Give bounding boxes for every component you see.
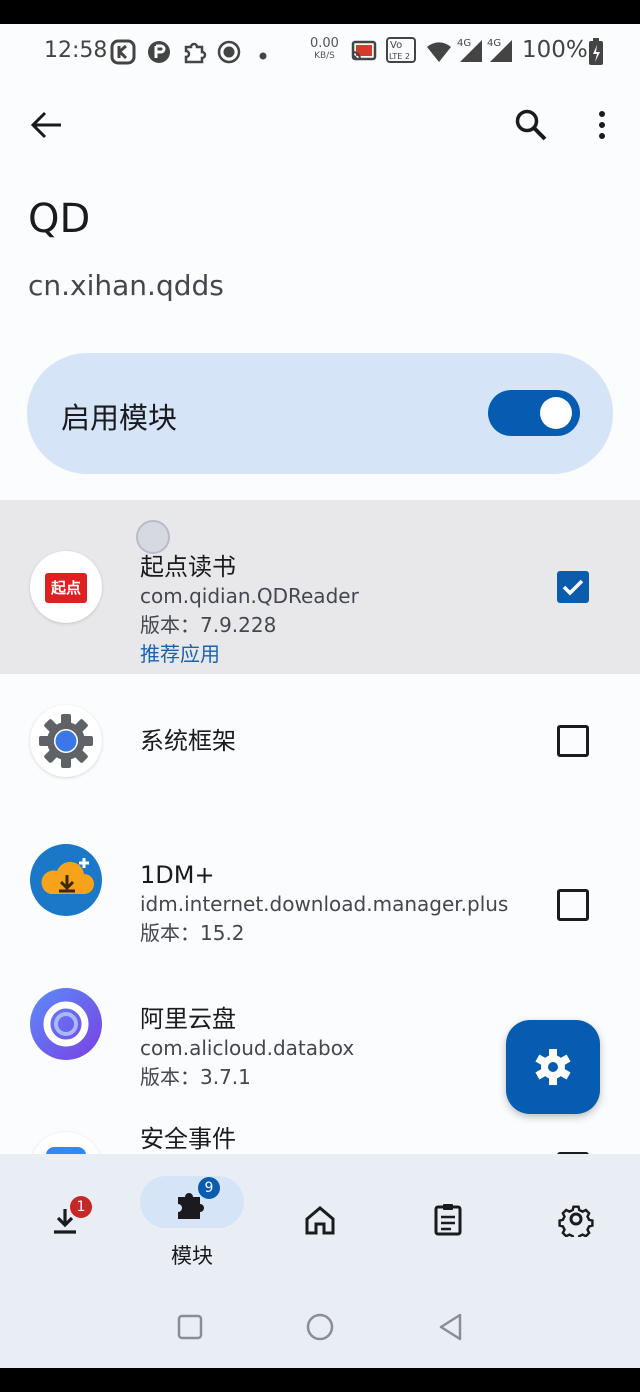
- app-name: 系统框架: [140, 727, 236, 755]
- nav-item-modules[interactable]: [140, 1176, 244, 1228]
- list-item[interactable]: 起点 起点读书 com.qidian.QDReader 版本：7.9.228 推…: [0, 500, 640, 674]
- checkbox-qidian[interactable]: [557, 571, 589, 603]
- enable-module-switch[interactable]: [488, 390, 580, 436]
- app-version: 版本：15.2: [140, 921, 245, 945]
- check-icon: [562, 579, 584, 596]
- list-item[interactable]: 系统框架: [0, 674, 640, 810]
- page-title: QD: [28, 196, 91, 242]
- alicloud-app-icon: [30, 988, 102, 1060]
- qidian-logo: 起点: [45, 573, 87, 603]
- nav-label-modules: 模块: [171, 1244, 213, 1268]
- downloads-badge: 1: [70, 1196, 92, 1218]
- touch-ripple: [136, 520, 170, 554]
- app-package: com.alicloud.databox: [140, 1036, 355, 1060]
- settings-fab[interactable]: [506, 1020, 600, 1114]
- home-nav-button[interactable]: [305, 1312, 335, 1342]
- gear-icon: [39, 714, 93, 768]
- search-button[interactable]: [514, 108, 550, 146]
- arrow-back-icon: [30, 111, 61, 139]
- app-package: idm.internet.download.manager.plus: [140, 892, 509, 916]
- qidian-app-icon: 起点: [30, 551, 102, 623]
- app-k-icon: [110, 39, 136, 69]
- record-icon: [216, 39, 242, 69]
- app-name: 阿里云盘: [140, 1005, 236, 1033]
- more-options-button[interactable]: [592, 110, 612, 144]
- list-item-text: 1DM+ idm.internet.download.manager.plus …: [140, 860, 508, 948]
- status-time: 12:58: [44, 38, 108, 63]
- status-bar: 12:58 0.00 KB/S Vo LTE 2 4G 4G 100%: [0, 24, 640, 78]
- app-version: 版本：3.7.1: [140, 1065, 251, 1089]
- settings-icon: [558, 1205, 594, 1237]
- alicloud-logo-icon: [43, 1001, 89, 1047]
- battery-percent: 100%: [522, 37, 588, 63]
- screen: 12:58 0.00 KB/S Vo LTE 2 4G 4G 100% QD c…: [0, 0, 640, 1392]
- svg-text:LTE 2: LTE 2: [389, 52, 410, 61]
- recents-button[interactable]: [176, 1313, 204, 1341]
- package-name: cn.xihan.qdds: [28, 269, 224, 302]
- list-item-text: 起点读书 com.qidian.QDReader 版本：7.9.228 推荐应用: [140, 552, 359, 669]
- settings-icon: [535, 1049, 571, 1085]
- list-item-text: 安全事件: [140, 1124, 236, 1154]
- home-icon: [305, 1206, 335, 1235]
- svg-text:4G: 4G: [487, 38, 501, 49]
- cast-icon: [350, 39, 378, 67]
- app-p-icon: [146, 39, 172, 69]
- notification-dot-icon: [258, 46, 268, 65]
- switch-knob: [540, 397, 572, 429]
- network-rate: 0.00 KB/S: [310, 36, 339, 61]
- app-name: 1DM+: [140, 861, 215, 889]
- nav-item-downloads[interactable]: 1: [38, 1154, 94, 1254]
- app-window: 12:58 0.00 KB/S Vo LTE 2 4G 4G 100% QD c…: [0, 24, 640, 1368]
- nav-item-home[interactable]: [300, 1154, 340, 1254]
- clipboard-icon: [434, 1204, 462, 1236]
- back-nav-button[interactable]: [436, 1312, 466, 1342]
- list-item[interactable]: 1DM+ idm.internet.download.manager.plus …: [0, 810, 640, 956]
- 1dm-app-icon: [30, 844, 102, 916]
- modules-badge: 9: [198, 1177, 220, 1199]
- puzzle-status-icon: [181, 39, 207, 69]
- search-icon: [515, 109, 547, 141]
- more-vert-icon: [599, 111, 605, 139]
- signal-2-icon: 4G: [486, 36, 514, 68]
- app-package: com.qidian.QDReader: [140, 584, 359, 608]
- volte-icon: Vo LTE 2: [386, 37, 416, 67]
- nav-item-settings[interactable]: [556, 1154, 596, 1254]
- enable-module-card[interactable]: 启用模块: [27, 353, 613, 474]
- checkbox-1dm[interactable]: [557, 889, 589, 921]
- app-name: 安全事件: [140, 1125, 236, 1153]
- system-framework-app-icon: [30, 705, 102, 777]
- cloud-download-icon: [41, 858, 94, 894]
- app-name: 起点读书: [140, 553, 236, 581]
- battery-charging-icon: [588, 38, 604, 70]
- app-version: 版本：7.9.228: [140, 613, 277, 637]
- nav-item-logs[interactable]: [428, 1154, 468, 1254]
- svg-text:Vo: Vo: [390, 40, 402, 51]
- svg-text:4G: 4G: [457, 38, 471, 49]
- list-item-text: 阿里云盘 com.alicloud.databox 版本：3.7.1: [140, 1004, 354, 1092]
- recommended-tag: 推荐应用: [140, 642, 220, 666]
- back-button[interactable]: [29, 110, 65, 144]
- wifi-icon: [425, 39, 453, 69]
- list-item-text: 系统框架: [140, 726, 236, 756]
- enable-module-label: 启用模块: [61, 401, 178, 435]
- signal-1-icon: 4G: [456, 36, 484, 68]
- checkbox-system-framework[interactable]: [557, 725, 589, 757]
- system-navigation-bar: [0, 1302, 640, 1368]
